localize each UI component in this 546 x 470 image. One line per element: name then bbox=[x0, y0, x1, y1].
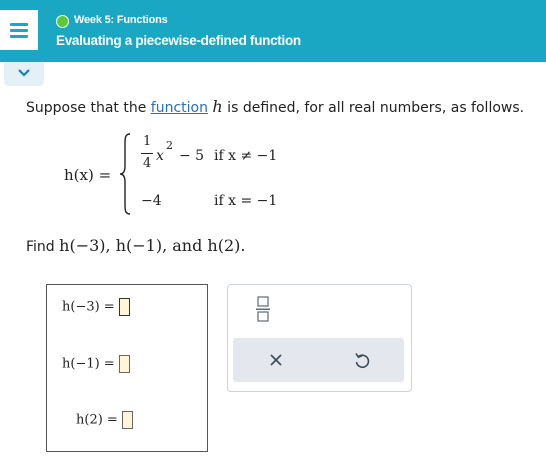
answer-label-3: h(2) = bbox=[76, 412, 118, 428]
fraction-icon[interactable] bbox=[255, 296, 271, 322]
tools-action-bar bbox=[233, 338, 404, 382]
undo-icon[interactable] bbox=[350, 349, 374, 371]
header-bar bbox=[0, 0, 546, 62]
fraction-numerator: 1 bbox=[143, 134, 152, 149]
function-link[interactable]: function bbox=[151, 100, 208, 116]
piece1-constant: − 5 bbox=[179, 148, 205, 164]
piece2-condition: if x = −1 bbox=[214, 193, 278, 209]
piece1-condition: if x ≠ −1 bbox=[214, 148, 278, 164]
find-label: Find bbox=[26, 239, 55, 255]
find-expression: h(−3), h(−1), and h(2). bbox=[59, 236, 246, 255]
piece2-value: −4 bbox=[141, 193, 162, 209]
status-dot bbox=[56, 15, 69, 28]
answer-input-2[interactable] bbox=[118, 355, 130, 373]
fraction-denominator: 4 bbox=[143, 156, 152, 171]
answer-label-2: h(−1) = bbox=[62, 356, 115, 372]
answer-row-2: h(−1) = bbox=[62, 355, 130, 373]
answer-label-1: h(−3) = bbox=[62, 299, 115, 315]
prompt-variable: h bbox=[212, 97, 223, 116]
x-icon[interactable] bbox=[264, 349, 288, 371]
chevron-down-icon bbox=[18, 69, 30, 77]
problem-prompt: Suppose that the function h is defined, … bbox=[26, 97, 524, 116]
answer-input-1[interactable] bbox=[118, 298, 130, 316]
hamburger-icon bbox=[0, 10, 38, 50]
menu-button[interactable] bbox=[0, 10, 38, 50]
piece1-variable: x bbox=[156, 148, 164, 164]
week-label: Week 5: Functions bbox=[74, 14, 168, 26]
function-lhs: h(x) = bbox=[64, 166, 112, 184]
prompt-text-start: Suppose that the bbox=[26, 100, 151, 116]
answer-row-3: h(2) = bbox=[76, 411, 133, 429]
answer-row-1: h(−3) = bbox=[62, 298, 130, 316]
find-instruction: Find h(−3), h(−1), and h(2). bbox=[26, 236, 245, 255]
page-title: Evaluating a piecewise-defined function bbox=[56, 33, 301, 48]
fraction-bar bbox=[141, 153, 153, 154]
piece1-exponent: 2 bbox=[166, 139, 173, 152]
left-brace bbox=[119, 133, 131, 215]
prompt-text-end: is defined, for all real numbers, as fol… bbox=[222, 100, 525, 116]
collapse-button[interactable] bbox=[4, 62, 44, 86]
answer-input-3[interactable] bbox=[121, 411, 133, 429]
